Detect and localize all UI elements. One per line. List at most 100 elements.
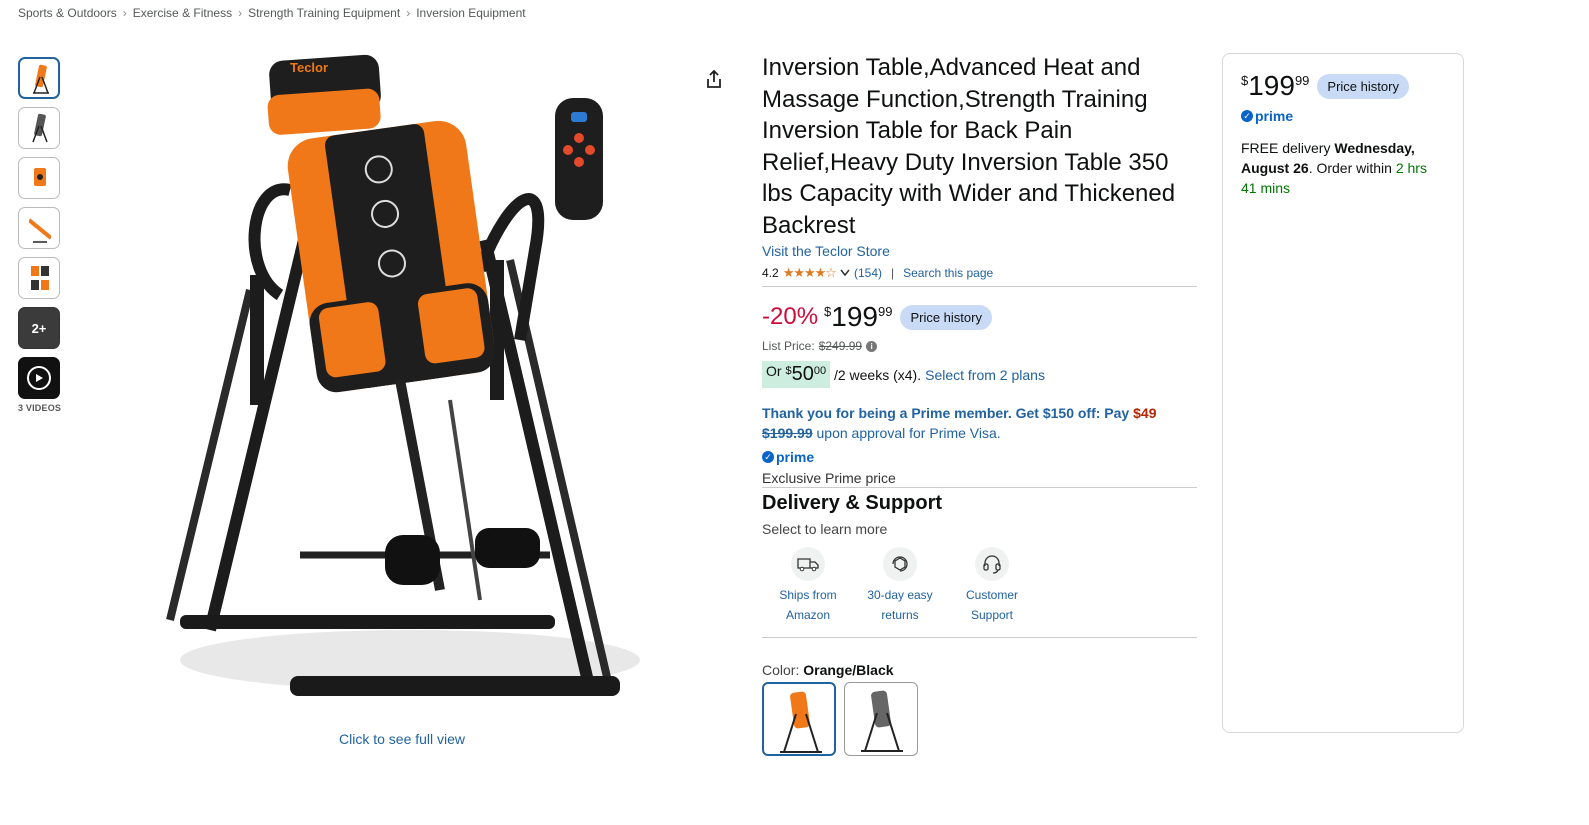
breadcrumb: Sports & Outdoors › Exercise & Fitness ›…	[18, 6, 526, 20]
product-details: Inversion Table,Advanced Heat and Massag…	[762, 52, 1197, 756]
price-fraction: 99	[1294, 73, 1310, 88]
easy-returns[interactable]: 30-day easy returns	[854, 547, 946, 625]
thumbnail-4[interactable]	[18, 207, 60, 249]
search-page-link[interactable]: Search this page	[903, 266, 993, 280]
list-price-value: $249.99	[818, 339, 863, 353]
order-within: . Order within	[1308, 160, 1392, 176]
full-view-link[interactable]: Click to see full view	[339, 731, 465, 747]
product-title: Inversion Table,Advanced Heat and Massag…	[762, 54, 1176, 239]
installment-row: Or $50 00 /2 weeks (x4). Select from 2 pl…	[762, 361, 1197, 388]
color-selected-value: Orange/Black	[803, 662, 894, 678]
support-item-line1: Ships from	[779, 588, 837, 602]
support-features: Ships from Amazon 30-day easy returns Cu…	[762, 547, 1197, 638]
breadcrumb-item-inversion[interactable]: Inversion Equipment	[416, 6, 525, 20]
prime-visa-offer[interactable]: Thank you for being a Prime member. Get …	[762, 403, 1197, 443]
breadcrumb-item-sports[interactable]: Sports & Outdoors	[18, 6, 117, 20]
breadcrumb-item-exercise[interactable]: Exercise & Fitness	[133, 6, 232, 20]
color-label: Color: Orange/Black	[762, 662, 1197, 678]
support-item-line1: 30-day easy	[867, 588, 933, 602]
headset-icon	[975, 547, 1009, 581]
price-row: -20% $ 199 99 Price history	[762, 301, 1197, 333]
breadcrumb-separator: ›	[122, 6, 127, 20]
discount-percent: -20%	[762, 303, 819, 330]
swatch-orange-black[interactable]	[762, 682, 836, 756]
customer-support[interactable]: Customer Support	[946, 547, 1038, 625]
thumbnail-5[interactable]	[18, 257, 60, 299]
installment-whole: 50	[791, 363, 814, 385]
inversion-table-thumb-image	[31, 266, 49, 290]
check-icon: ✓	[1241, 110, 1253, 122]
truck-icon	[791, 547, 825, 581]
inversion-table-thumb-image	[32, 113, 48, 143]
prime-offer-tail: upon approval for Prime Visa.	[816, 425, 1001, 441]
price-symbol: $	[824, 304, 832, 319]
swatch-gray-black[interactable]	[844, 682, 918, 756]
inversion-table-thumb-image	[33, 64, 49, 94]
info-icon[interactable]: i	[866, 340, 878, 352]
price-fraction: 99	[877, 304, 893, 319]
delivery-support-heading: Delivery & Support	[762, 492, 943, 514]
buy-box: $ 199 99 Price history ✓ prime FREE deli…	[1222, 53, 1464, 733]
thumbnail-2[interactable]	[18, 107, 60, 149]
thumbnail-more[interactable]: 2+	[18, 307, 60, 349]
divider: |	[890, 266, 895, 280]
buybox-price: $ 199 99	[1241, 70, 1309, 102]
price-history-button[interactable]: Price history	[900, 304, 992, 330]
swatch-gray-image	[861, 690, 903, 752]
support-item-line2: Amazon	[785, 608, 831, 622]
main-product-image[interactable]: Teclor	[150, 40, 650, 740]
color-swatches	[762, 682, 1197, 756]
inversion-table-thumb-image	[34, 168, 46, 186]
chevron-down-icon[interactable]	[840, 269, 850, 277]
select-plans-link[interactable]: Select from 2 plans	[925, 367, 1045, 383]
prime-offer-strike-price: $199.99	[762, 425, 813, 441]
store-link[interactable]: Visit the Teclor Store	[762, 243, 1197, 259]
ships-from-amazon[interactable]: Ships from Amazon	[762, 547, 854, 625]
installment-fraction: 00	[813, 365, 827, 377]
installment-amount: Or $50 00	[762, 361, 831, 388]
rating-row: 4.2 ★★★★☆ (154) | Search this page	[762, 265, 1197, 287]
price-whole: 199	[1248, 70, 1295, 101]
support-item-line1: Customer	[965, 588, 1018, 602]
breadcrumb-item-strength[interactable]: Strength Training Equipment	[248, 6, 400, 20]
play-icon	[27, 366, 51, 390]
installment-or: Or	[766, 363, 782, 379]
buybox-prime-badge: ✓ prime	[1241, 108, 1445, 124]
breadcrumb-separator: ›	[406, 6, 411, 20]
rating-value: 4.2	[762, 266, 779, 280]
review-count-link[interactable]: (154)	[854, 266, 882, 280]
videos-count-label: 3 VIDEOS	[18, 403, 62, 413]
list-price-row: List Price: $249.99 i	[762, 339, 1197, 353]
buybox-price-history-button[interactable]: Price history	[1317, 73, 1409, 99]
thumbnail-3[interactable]	[18, 157, 60, 199]
prime-offer-text: Thank you for being a Prime member. Get …	[762, 405, 1130, 421]
prime-label: prime	[776, 449, 815, 465]
thumbnail-1[interactable]	[18, 57, 60, 99]
installment-term: /2 weeks (x4).	[833, 366, 922, 383]
swatch-orange-image	[780, 691, 822, 753]
prime-offer-pay-amount: $49	[1133, 405, 1157, 421]
breadcrumb-separator: ›	[238, 6, 243, 20]
list-price-label: List Price:	[762, 339, 815, 353]
buybox-price-row: $ 199 99 Price history	[1241, 70, 1445, 102]
prime-badge: ✓ prime	[762, 449, 1197, 465]
share-icon[interactable]	[703, 68, 725, 90]
price-whole: 199	[831, 301, 878, 332]
delivery-info: FREE delivery Wednesday, August 26. Orde…	[1241, 138, 1445, 198]
support-item-line2: Support	[970, 608, 1014, 622]
brand-logo-text: Teclor	[290, 60, 328, 75]
color-label-text: Color:	[762, 662, 800, 678]
delivery-prefix: FREE delivery	[1241, 140, 1331, 156]
thumbnail-video[interactable]	[18, 357, 60, 399]
return-box-icon	[883, 547, 917, 581]
thumbnail-strip: 2+ 3 VIDEOS	[18, 57, 62, 413]
current-price: $ 199 99	[824, 301, 892, 333]
delivery-support-subtitle: Select to learn more	[762, 521, 888, 537]
exclusive-prime-price: Exclusive Prime price	[762, 470, 1197, 488]
support-item-line2: returns	[881, 608, 919, 622]
check-icon: ✓	[762, 451, 774, 463]
price-symbol: $	[1241, 73, 1249, 88]
inversion-table-thumb-image	[29, 218, 51, 243]
star-rating-icon[interactable]: ★★★★☆	[783, 265, 837, 281]
prime-label: prime	[1255, 108, 1294, 124]
